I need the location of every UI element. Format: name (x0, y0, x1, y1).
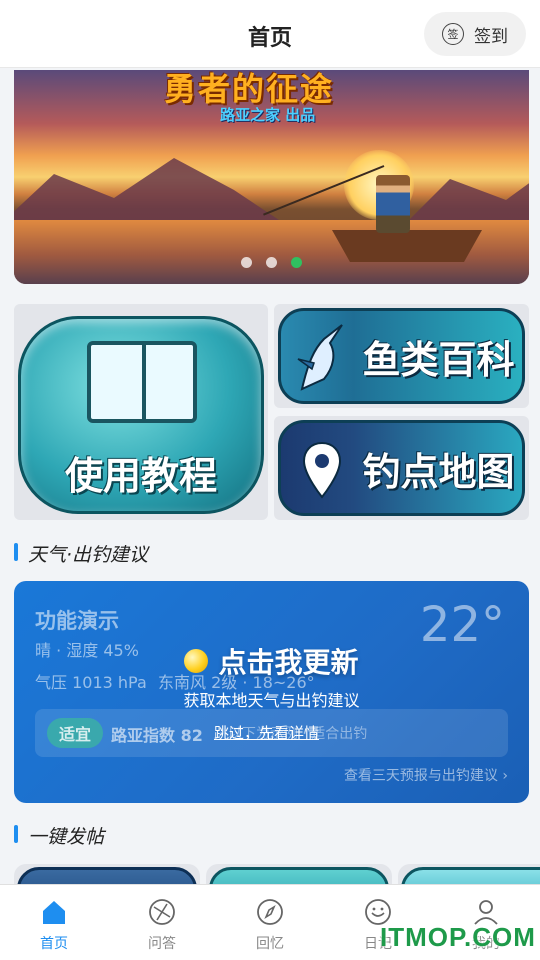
tutorial-button[interactable]: 使用教程 (18, 316, 264, 514)
banner-mountain-left (14, 158, 294, 230)
suitability-badge: 适宜 (47, 718, 103, 748)
tab-home-label: 首页 (40, 936, 68, 952)
tutorial-tile[interactable]: 使用教程 (14, 304, 268, 520)
banner-dot-2[interactable] (266, 257, 277, 268)
post-card-1[interactable] (14, 864, 200, 884)
banner-dot-3[interactable] (291, 257, 302, 268)
lure-index: 路亚指数 82 (111, 726, 203, 745)
post-shortcuts (14, 864, 540, 884)
top-bar: 首页 签 签到 (0, 0, 540, 68)
spot-map-label: 钓点地图 (362, 450, 515, 494)
compass-icon (147, 897, 177, 927)
update-title-row[interactable]: 点击我更新 (184, 641, 359, 681)
tab-memory[interactable]: 回忆 (216, 885, 324, 960)
banner-dot-1[interactable] (241, 257, 252, 268)
bulb-icon (184, 649, 209, 673)
tab-qa-label: 问答 (148, 936, 176, 952)
tab-memory-label: 回忆 (256, 936, 284, 952)
banner-subtitle: 路亚之家 出品 (220, 106, 316, 124)
book-icon (87, 341, 197, 423)
post-button-1[interactable] (17, 867, 197, 884)
signin-label: 签到 (474, 26, 508, 47)
post-card-2[interactable] (206, 864, 392, 884)
navigate-icon (255, 897, 285, 927)
feature-tiles: 使用教程 鱼类百科 钓点地图 (14, 304, 529, 520)
banner-fisherman (376, 175, 410, 233)
tutorial-label: 使用教程 (64, 454, 217, 498)
skip-link[interactable]: 跳过，先看详情 (214, 722, 319, 743)
fish-wiki-label: 鱼类百科 (362, 338, 515, 382)
map-pin-icon (291, 431, 353, 509)
update-subtitle: 获取本地天气与出钓建议 (183, 691, 360, 710)
post-button-3[interactable] (401, 867, 540, 884)
update-title: 点击我更新 (218, 646, 359, 679)
marlin-icon (291, 319, 353, 397)
spot-map-tile[interactable]: 钓点地图 (274, 416, 529, 520)
signin-button[interactable]: 签 签到 (424, 12, 526, 56)
post-button-2[interactable] (209, 867, 389, 884)
weather-section-title: 天气·出钓建议 (14, 540, 148, 567)
watermark: ITMOP.COM (380, 922, 536, 952)
fish-wiki-button[interactable]: 鱼类百科 (278, 308, 525, 404)
tab-qa[interactable]: 问答 (108, 885, 216, 960)
banner-indicator (14, 257, 529, 268)
post-section-title: 一键发帖 (14, 822, 104, 849)
post-card-3[interactable] (398, 864, 540, 884)
update-overlay[interactable]: 点击我更新 获取本地天气与出钓建议 (14, 641, 529, 711)
signin-icon: 签 (442, 23, 464, 45)
weather-location: 功能演示 (35, 609, 119, 633)
home-icon (39, 897, 69, 927)
forecast-link[interactable]: 查看三天预报与出钓建议 › (344, 765, 508, 785)
weather-card[interactable]: 功能演示 晴 · 湿度 45% 气压 1013 hPa 东南风 2级 · 18~… (14, 581, 529, 803)
banner-carousel[interactable]: 勇者的征途 路亚之家 出品 (14, 70, 529, 284)
tab-home[interactable]: 首页 (0, 885, 108, 960)
spot-map-button[interactable]: 钓点地图 (278, 420, 525, 516)
fish-wiki-tile[interactable]: 鱼类百科 (274, 304, 529, 408)
